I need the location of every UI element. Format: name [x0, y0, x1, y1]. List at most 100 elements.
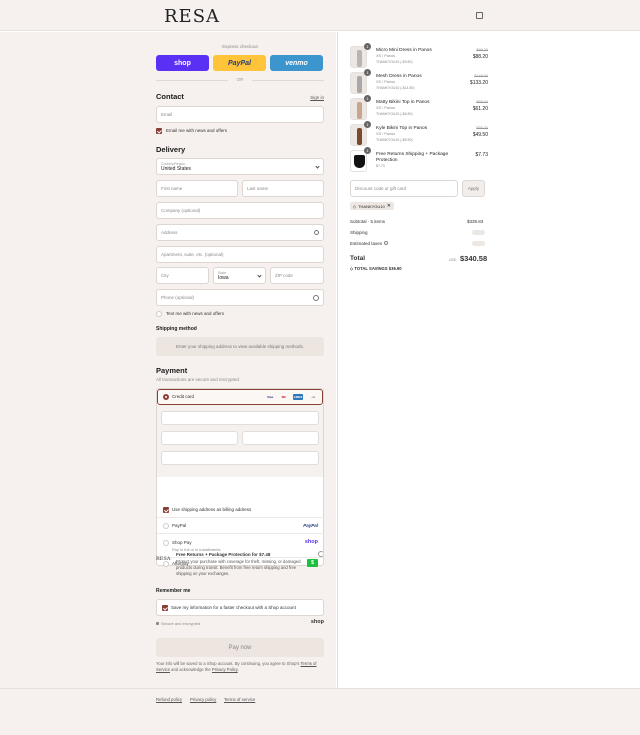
- legal-and: and acknowledge the: [171, 667, 211, 672]
- last-name-input[interactable]: Last name: [242, 180, 324, 197]
- remember-me-box: Save my information for a faster checkou…: [156, 599, 324, 616]
- terms-of-service-link[interactable]: Terms of service: [224, 697, 255, 702]
- sign-in-link[interactable]: Sign in: [310, 95, 324, 100]
- protection-line-item: 1 Free Returns Shipping + Package Protec…: [350, 147, 488, 172]
- remove-discount-icon[interactable]: ✕: [387, 203, 391, 209]
- line-item: 1 Matty Bikini Top in Panos XS / Panos T…: [350, 95, 488, 120]
- legal-text: Your info will be saved to a Shop accoun…: [156, 661, 324, 673]
- shopping-bag-icon[interactable]: [476, 12, 483, 19]
- shop-pay-label[interactable]: Shop Pay: [172, 540, 192, 545]
- first-name-input[interactable]: First name: [156, 180, 238, 197]
- country-select[interactable]: Country/Region United States: [156, 158, 324, 175]
- email-news-checkbox[interactable]: [156, 128, 162, 134]
- city-input[interactable]: City: [156, 267, 209, 284]
- order-summary-panel: 1 Micro Mini Dress in Panos XS / Panos T…: [337, 32, 640, 688]
- paypal-logo: PayPal: [303, 523, 318, 528]
- shop-pay-button[interactable]: shop: [156, 55, 209, 71]
- product-image: [357, 50, 362, 67]
- state-value: Iowa: [218, 274, 229, 281]
- product-image: [357, 102, 362, 119]
- search-icon: [314, 230, 319, 235]
- mastercard-icon: MC: [281, 395, 287, 399]
- protection-name-line2: Protection: [376, 158, 398, 163]
- save-info-label: Save my information for a faster checkou…: [171, 605, 296, 610]
- checkout-form-panel: Express checkout shop PayPal venmo OR Co…: [0, 32, 336, 688]
- header: RESA: [0, 0, 640, 31]
- or-divider: OR: [156, 77, 324, 82]
- info-icon[interactable]: [384, 241, 389, 245]
- billing-same-checkbox[interactable]: [163, 507, 169, 513]
- product-variant: XS / Panos: [376, 132, 395, 136]
- original-price: $68.00: [476, 100, 488, 104]
- more-cards-icon: +4: [311, 395, 315, 399]
- phone-input[interactable]: Phone (optional): [156, 289, 324, 306]
- chevron-down-icon: [257, 273, 262, 278]
- original-price: $148.00: [474, 74, 488, 78]
- shipping-value-placeholder: [472, 230, 485, 235]
- subtotal-label: Subtotal · 5 items: [350, 219, 386, 224]
- shipping-label: Shipping: [350, 230, 368, 235]
- legal-line: Your info will be saved to a Shop accoun…: [156, 661, 300, 666]
- product-image: [357, 128, 362, 145]
- credit-card-label: Credit card: [172, 394, 195, 399]
- card-cvv-input[interactable]: [242, 431, 319, 445]
- address-input[interactable]: Address: [156, 224, 324, 241]
- quantity-badge: 1: [364, 69, 371, 76]
- venmo-button[interactable]: venmo: [270, 55, 323, 71]
- card-number-input[interactable]: [161, 411, 319, 425]
- address-placeholder: Address: [161, 230, 178, 235]
- refund-policy-link[interactable]: Refund policy: [156, 697, 182, 702]
- company-input[interactable]: Company (optional): [156, 202, 324, 219]
- product-discount: THANKYOU10 (-$5.50): [376, 138, 413, 142]
- tag-icon: ◇: [353, 203, 357, 209]
- pay-now-button[interactable]: Pay now: [156, 638, 324, 657]
- save-info-checkbox[interactable]: [162, 605, 168, 611]
- line-item: 1 Micro Mini Dress in Panos XS / Panos T…: [350, 43, 488, 68]
- secure-encrypted-text: Secure and encrypted: [161, 621, 201, 626]
- total-value: $340.58: [460, 254, 488, 263]
- apartment-input[interactable]: Apartment, suite, etc. (optional): [156, 246, 324, 263]
- email-input[interactable]: Email: [156, 106, 324, 123]
- text-news-checkbox[interactable]: [156, 311, 162, 317]
- card-name-input[interactable]: [161, 451, 319, 465]
- contact-heading: Contact: [156, 92, 184, 101]
- privacy-policy-link[interactable]: Privacy policy: [190, 697, 216, 702]
- divider: [157, 557, 325, 558]
- email-news-label: Email me with news and offers: [166, 128, 227, 133]
- product-discount: THANKYOU10 (-$14.80): [376, 86, 415, 90]
- product-variant: XS / Panos: [376, 80, 395, 84]
- store-logo[interactable]: RESA: [164, 6, 220, 27]
- credit-card-option[interactable]: Credit card Visa MC AMEX +4: [157, 389, 323, 405]
- help-icon[interactable]: [313, 295, 319, 301]
- total-savings: ◇ TOTAL SAVINGS $36.90: [350, 266, 402, 271]
- express-checkout-label: Express checkout: [222, 44, 258, 49]
- zip-input[interactable]: ZIP code: [270, 267, 324, 284]
- remember-me-heading: Remember me: [156, 588, 191, 594]
- card-expiry-input[interactable]: [161, 431, 238, 445]
- paypal-radio[interactable]: [163, 523, 169, 529]
- total-savings-value: $36.90: [388, 266, 402, 271]
- paypal-option-label[interactable]: PayPal: [172, 523, 186, 528]
- apply-button[interactable]: Apply: [462, 180, 485, 197]
- amex-icon: AMEX: [293, 394, 303, 400]
- discount-code-input[interactable]: Discount code or gift card: [350, 180, 458, 197]
- total-label: Total: [350, 255, 366, 262]
- total-savings-label: TOTAL SAVINGS: [354, 266, 388, 271]
- taxes-value-placeholder: [472, 241, 485, 246]
- discounted-price: $88.20: [472, 54, 488, 60]
- shop-pay-radio[interactable]: [163, 540, 169, 546]
- protection-description: Protect your purchase with coverage for …: [176, 559, 301, 576]
- shipping-method-placeholder: Enter your shipping address to view avai…: [156, 337, 324, 356]
- line-item: 1 Kyle Bikini Top in Panos XS / Panos TH…: [350, 121, 488, 146]
- credit-card-radio[interactable]: [163, 394, 169, 400]
- subtotal-value: $339.83: [467, 219, 484, 224]
- privacy-link[interactable]: Privacy Policy: [212, 667, 238, 672]
- quantity-badge: 1: [364, 147, 371, 154]
- state-select[interactable]: State Iowa: [213, 267, 266, 284]
- discounted-price: $133.20: [469, 80, 488, 86]
- original-price: $98.00: [476, 48, 488, 52]
- divider: [157, 517, 325, 518]
- protection-name: Free Returns Shipping + Package: [376, 152, 449, 157]
- paypal-button[interactable]: PayPal: [213, 55, 266, 71]
- quantity-badge: 1: [364, 121, 371, 128]
